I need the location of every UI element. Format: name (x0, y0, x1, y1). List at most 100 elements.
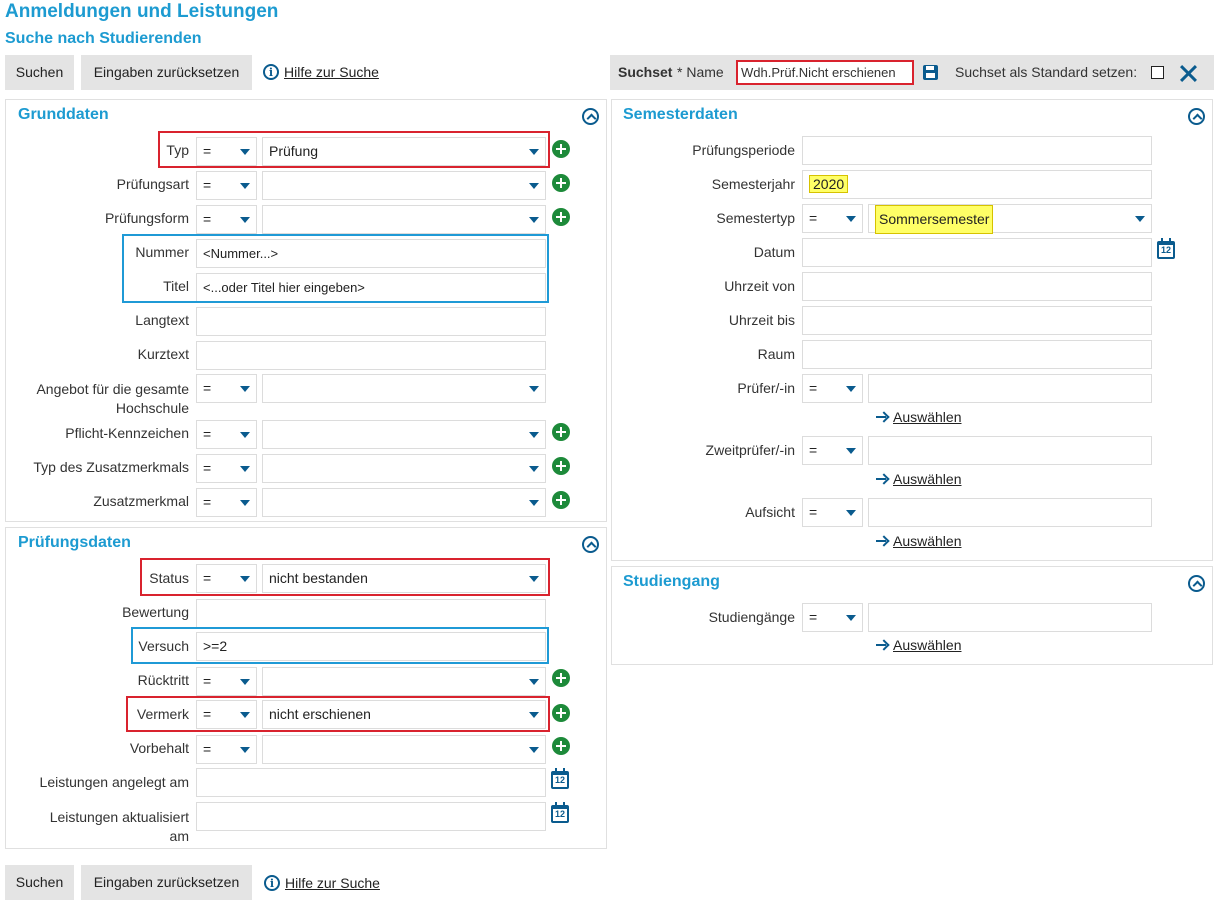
aufsicht-label: Aufsicht (745, 504, 795, 520)
chevron-down-icon (240, 386, 250, 392)
uhrzeit-bis-input[interactable] (802, 306, 1152, 335)
datum-input[interactable] (802, 238, 1152, 267)
pruefungsdaten-title: Prüfungsdaten (18, 534, 131, 551)
suchset-toolbar: Suchset * Name Wdh.Prüf.Nicht erschienen… (610, 55, 1214, 90)
add-typ-icon[interactable] (552, 140, 570, 158)
zweitpruefer-input[interactable] (868, 436, 1152, 465)
suchset-name-label: * Name (677, 64, 724, 80)
raum-input[interactable] (802, 340, 1152, 369)
pruefungsart-select[interactable] (262, 171, 546, 200)
pflicht-select[interactable] (262, 420, 546, 449)
ruecktritt-select[interactable] (262, 667, 546, 696)
collapse-studiengang-icon[interactable] (1188, 575, 1205, 592)
chevron-down-icon (846, 510, 856, 516)
aktualisiert-input[interactable] (196, 802, 546, 831)
kurztext-input[interactable] (196, 341, 546, 370)
zweitpruefer-auswaehlen-link[interactable]: Auswählen (876, 471, 962, 487)
langtext-input[interactable] (196, 307, 546, 336)
datum-label: Datum (753, 244, 795, 260)
angebot-select[interactable] (262, 374, 546, 403)
add-typ-zusatz-icon[interactable] (552, 457, 570, 475)
chevron-down-icon (529, 183, 539, 189)
arrow-right-icon (876, 535, 888, 547)
uhrzeit-von-input[interactable] (802, 272, 1152, 301)
periode-label: Prüfungsperiode (692, 142, 795, 158)
pruefungsform-select[interactable] (262, 205, 546, 234)
studiengaenge-auswaehlen-link[interactable]: Auswählen (876, 637, 962, 653)
add-pruefungsart-icon[interactable] (552, 174, 570, 192)
search-button-bottom[interactable]: Suchen (5, 865, 74, 900)
page-title: Anmeldungen und Leistungen (5, 1, 279, 22)
collapse-semesterdaten-icon[interactable] (1188, 108, 1205, 125)
bewertung-label: Bewertung (122, 604, 189, 620)
help-link-bottom[interactable]: i Hilfe zur Suche (264, 875, 380, 891)
semestertyp-select[interactable]: Sommersemester (868, 204, 1152, 234)
pruefungsart-label: Prüfungsart (116, 176, 189, 192)
info-icon: i (263, 64, 279, 80)
aufsicht-input[interactable] (868, 498, 1152, 527)
collapse-grunddaten-icon[interactable] (582, 108, 599, 125)
chevron-down-icon (846, 448, 856, 454)
add-ruecktritt-icon[interactable] (552, 669, 570, 687)
vorbehalt-label: Vorbehalt (129, 740, 189, 756)
suchset-default-checkbox[interactable] (1151, 66, 1164, 79)
studiengaenge-operator[interactable]: = (802, 603, 863, 632)
zusatzmerkmal-select[interactable] (262, 488, 546, 517)
kurztext-label: Kurztext (137, 346, 189, 362)
help-link-top[interactable]: i Hilfe zur Suche (263, 64, 379, 80)
chevron-down-icon (846, 386, 856, 392)
pflicht-operator[interactable]: = (196, 420, 257, 449)
semestertyp-label: Semestertyp (716, 210, 795, 226)
pruefer-input[interactable] (868, 374, 1152, 403)
raum-label: Raum (757, 346, 795, 362)
add-zusatzmerkmal-icon[interactable] (552, 491, 570, 509)
semesterjahr-input[interactable]: 2020 (802, 170, 1152, 199)
ruecktritt-operator[interactable]: = (196, 667, 257, 696)
pruefer-label: Prüfer/-in (737, 380, 795, 396)
add-pruefungsform-icon[interactable] (552, 208, 570, 226)
aufsicht-auswaehlen-link[interactable]: Auswählen (876, 533, 962, 549)
reset-button-top[interactable]: Eingaben zurücksetzen (81, 55, 252, 90)
add-pflicht-icon[interactable] (552, 423, 570, 441)
search-button-top[interactable]: Suchen (5, 55, 74, 90)
angebot-label: Angebot für die gesamte Hochschule (36, 381, 189, 416)
calendar-icon[interactable]: 12 (1157, 238, 1175, 259)
calendar-icon[interactable]: 12 (551, 802, 569, 823)
typ-zusatz-select[interactable] (262, 454, 546, 483)
periode-input[interactable] (802, 136, 1152, 165)
save-icon[interactable] (923, 65, 938, 80)
chevron-down-icon (846, 615, 856, 621)
add-vermerk-icon[interactable] (552, 704, 570, 722)
ruecktritt-label: Rücktritt (137, 672, 189, 688)
reset-button-bottom[interactable]: Eingaben zurücksetzen (81, 865, 252, 900)
aufsicht-operator[interactable]: = (802, 498, 863, 527)
vorbehalt-operator[interactable]: = (196, 735, 257, 764)
chevron-down-icon (529, 679, 539, 685)
collapse-pruefungsdaten-icon[interactable] (582, 536, 599, 553)
angebot-operator[interactable]: = (196, 374, 257, 403)
grunddaten-title: Grunddaten (18, 106, 109, 123)
suchset-name-input[interactable]: Wdh.Prüf.Nicht erschienen (736, 60, 914, 85)
chevron-down-icon (529, 432, 539, 438)
zweitpruefer-operator[interactable]: = (802, 436, 863, 465)
highlight-nummer-titel (122, 234, 549, 303)
chevron-down-icon (240, 466, 250, 472)
angelegt-input[interactable] (196, 768, 546, 797)
studiengaenge-input[interactable] (868, 603, 1152, 632)
pruefer-operator[interactable]: = (802, 374, 863, 403)
pruefer-auswaehlen-link[interactable]: Auswählen (876, 409, 962, 425)
add-vorbehalt-icon[interactable] (552, 737, 570, 755)
chevron-down-icon (1135, 216, 1145, 222)
pruefungsart-operator[interactable]: = (196, 171, 257, 200)
chevron-down-icon (240, 500, 250, 506)
studiengaenge-label: Studiengänge (708, 609, 795, 625)
typ-zusatz-operator[interactable]: = (196, 454, 257, 483)
bewertung-input[interactable] (196, 599, 546, 628)
vorbehalt-select[interactable] (262, 735, 546, 764)
semestertyp-operator[interactable]: = (802, 204, 863, 233)
pruefungsform-operator[interactable]: = (196, 205, 257, 234)
calendar-icon[interactable]: 12 (551, 768, 569, 789)
studiengang-title: Studiengang (623, 573, 720, 590)
close-icon[interactable] (1179, 64, 1197, 82)
zusatzmerkmal-operator[interactable]: = (196, 488, 257, 517)
